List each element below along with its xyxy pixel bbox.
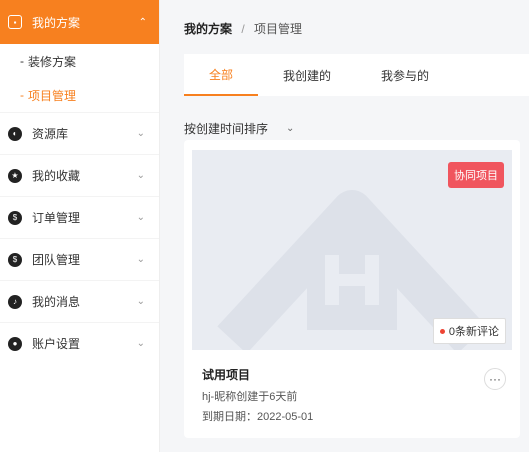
sidebar-item-label: 资源库 [32, 127, 69, 141]
sidebar-header-label: 我的方案 [32, 15, 81, 30]
sidebar-subitem-label: 装修方案 [28, 54, 77, 69]
breadcrumb-root[interactable]: 我的方案 [184, 22, 232, 36]
project-due-date: 到期日期：2022-05-01 [202, 411, 314, 423]
sidebar-item-favorites[interactable]: ★ 我的收藏 ⌄ [0, 154, 159, 196]
breadcrumb-current: 项目管理 [254, 22, 303, 36]
tab-joined-by-me[interactable]: 我参与的 [356, 54, 454, 96]
chevron-down-icon: ⌄ [136, 128, 145, 139]
dollar-icon: $ [8, 252, 22, 267]
more-options-button[interactable]: ··· [484, 368, 506, 390]
sidebar-subitem-decoration-plans[interactable]: - 装修方案 [0, 44, 159, 78]
sidebar-item-resources[interactable]: ◐ 资源库 ⌄ [0, 112, 159, 154]
red-dot-icon [439, 328, 445, 334]
sidebar-item-label: 我的消息 [32, 295, 81, 309]
sidebar-header-my-plans[interactable]: ▪ 我的方案 ⌃ [0, 0, 159, 44]
sidebar-item-label: 订单管理 [32, 211, 81, 225]
breadcrumb-separator: / [241, 22, 245, 36]
sidebar-item-orders[interactable]: $ 订单管理 ⌄ [0, 196, 159, 238]
chevron-down-icon: ⌄ [136, 170, 145, 181]
sidebar-subitem-label: 项目管理 [28, 88, 77, 103]
palette-icon: ◐ [8, 126, 22, 141]
dash-marker: - [20, 88, 24, 102]
project-thumbnail[interactable]: 协同项目 0条新评论 [192, 150, 512, 350]
dollar-icon: $ [8, 210, 22, 225]
new-comments-indicator[interactable]: 0条新评论 [432, 318, 506, 344]
sidebar-item-label: 团队管理 [32, 253, 81, 267]
star-icon: ★ [8, 168, 22, 183]
dash-marker: - [20, 54, 24, 68]
chevron-down-icon: ⌄ [286, 123, 295, 134]
project-card[interactable]: 协同项目 0条新评论 试用项目 hj-昵称创建于6天前 到期日期：2022-05… [184, 140, 520, 438]
sort-dropdown[interactable]: 按创建时间排序 ⌄ [184, 120, 294, 137]
tab-created-by-me[interactable]: 我创建的 [258, 54, 356, 96]
collaborative-project-badge: 协同项目 [448, 162, 504, 188]
bell-icon: ♪ [8, 294, 22, 309]
project-title: 试用项目 [202, 368, 251, 382]
sidebar-item-account[interactable]: ● 账户设置 ⌄ [0, 322, 159, 364]
tab-all[interactable]: 全部 [184, 54, 258, 96]
project-tabs: 全部 我创建的 我参与的 [184, 54, 529, 96]
project-creator: hj-昵称创建于6天前 [202, 391, 298, 403]
sidebar-item-messages[interactable]: ♪ 我的消息 ⌄ [0, 280, 159, 322]
new-comments-label: 0条新评论 [448, 326, 499, 338]
chat-square-icon: ▪ [8, 15, 22, 29]
sidebar-item-label: 账户设置 [32, 337, 81, 351]
chevron-up-icon: ⌃ [138, 16, 147, 28]
chevron-down-icon: ⌄ [136, 338, 145, 349]
sidebar-item-label: 我的收藏 [32, 169, 81, 183]
chevron-down-icon: ⌄ [136, 296, 145, 307]
sidebar-subitem-project-management[interactable]: - 项目管理 [0, 78, 159, 112]
user-icon: ● [8, 336, 22, 351]
sidebar: ▪ 我的方案 ⌃ - 装修方案 - 项目管理 ◐ 资源库 ⌄ ★ 我的收藏 ⌄ … [0, 0, 160, 452]
breadcrumb: 我的方案 / 项目管理 [184, 20, 302, 37]
chevron-down-icon: ⌄ [136, 254, 145, 265]
chevron-down-icon: ⌄ [136, 212, 145, 223]
sidebar-item-team[interactable]: $ 团队管理 ⌄ [0, 238, 159, 280]
main-content: 我的方案 / 项目管理 全部 我创建的 我参与的 按创建时间排序 ⌄ 协同项目 … [160, 0, 529, 452]
sort-label: 按创建时间排序 [184, 122, 269, 136]
